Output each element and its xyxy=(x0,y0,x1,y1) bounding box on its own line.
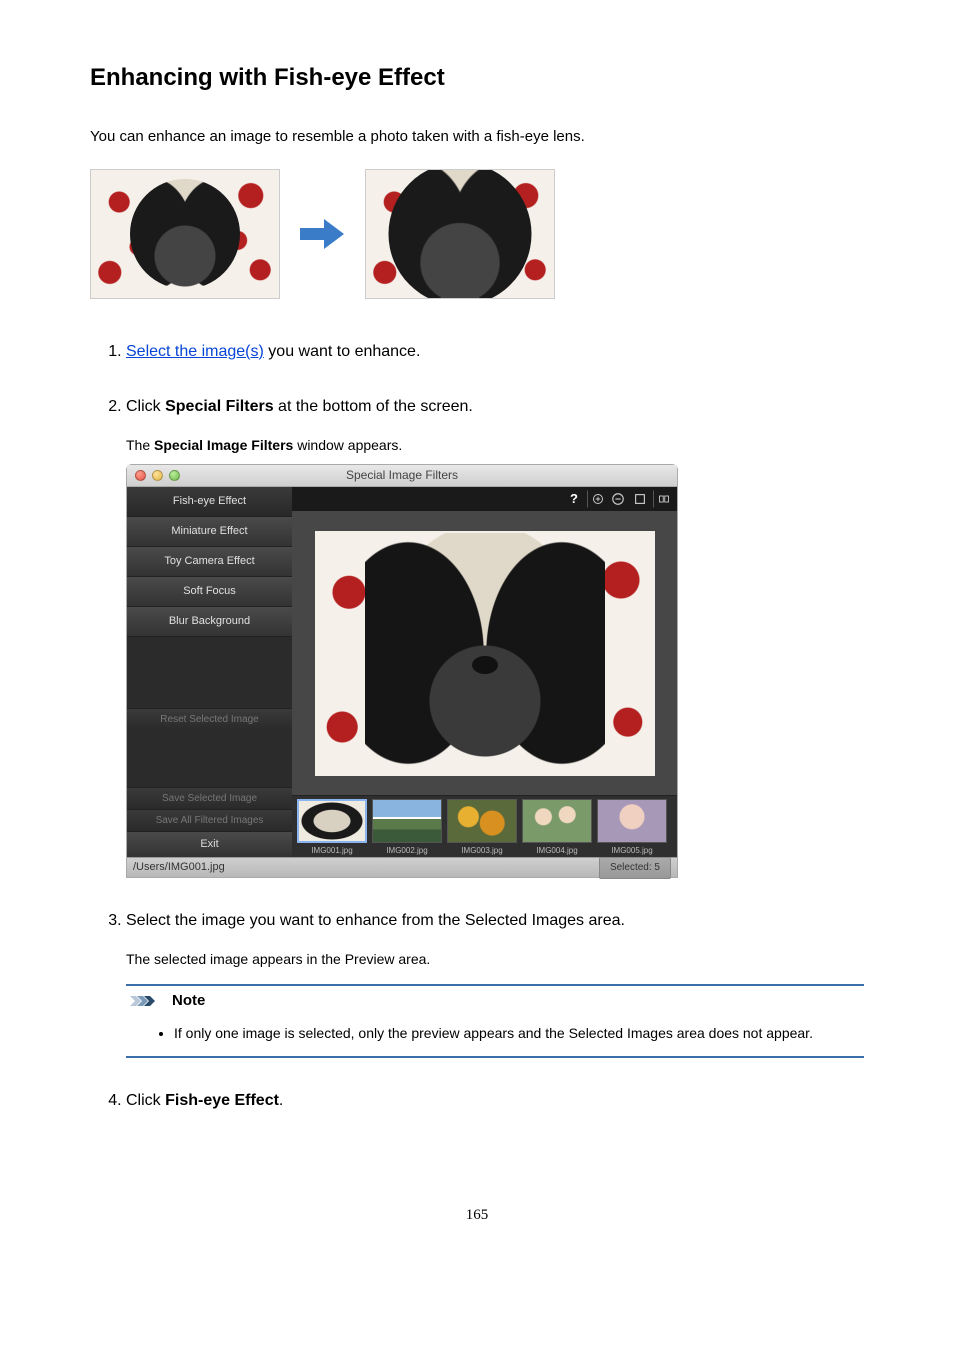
thumbnail[interactable]: IMG001.jpg xyxy=(297,799,367,858)
intro-text: You can enhance an image to resemble a p… xyxy=(90,126,864,149)
step-4-prefix: Click xyxy=(126,1092,165,1109)
step-2-sub-term: Special Image Filters xyxy=(154,437,293,453)
thumbnail-label: IMG002.jpg xyxy=(386,845,427,858)
before-after-row xyxy=(90,169,864,299)
step-2-prefix: Click xyxy=(126,398,165,415)
app-window: Special Image Filters Fish-eye Effect Mi… xyxy=(126,464,678,878)
step-2: Click Special Filters at the bottom of t… xyxy=(126,394,864,878)
sidebar-item-miniature[interactable]: Miniature Effect xyxy=(127,517,292,547)
zoom-icon[interactable] xyxy=(169,470,180,481)
window-title: Special Image Filters xyxy=(346,466,458,485)
before-image xyxy=(90,169,280,299)
preview-toolbar: ? xyxy=(292,487,677,511)
page-number: 165 xyxy=(90,1204,864,1227)
sidebar-item-soft-focus[interactable]: Soft Focus xyxy=(127,577,292,607)
preview-area xyxy=(292,511,677,795)
thumbnail-label: IMG001.jpg xyxy=(311,845,352,858)
thumbnail[interactable]: IMG002.jpg xyxy=(372,799,442,858)
thumbnail[interactable]: IMG004.jpg xyxy=(522,799,592,858)
step-3-sub: The selected image appears in the Previe… xyxy=(126,948,864,970)
thumbnail-label: IMG005.jpg xyxy=(611,845,652,858)
step-3-text: Select the image you want to enhance fro… xyxy=(126,912,625,929)
statusbar: /Users/IMG001.jpg Selected: 5 xyxy=(127,857,677,877)
close-icon[interactable] xyxy=(135,470,146,481)
help-icon[interactable]: ? xyxy=(565,490,583,508)
zoom-out-icon[interactable] xyxy=(609,490,627,508)
note-label: Note xyxy=(172,989,205,1013)
step-3: Select the image you want to enhance fro… xyxy=(126,908,864,1058)
step-2-sub-prefix: The xyxy=(126,437,154,453)
step-1: Select the image(s) you want to enhance. xyxy=(126,339,864,365)
step-4: Click Fish-eye Effect. xyxy=(126,1088,864,1114)
note-chevron-icon xyxy=(130,994,166,1008)
page-title: Enhancing with Fish-eye Effect xyxy=(90,60,864,96)
thumbnail-label: IMG003.jpg xyxy=(461,845,502,858)
after-image xyxy=(365,169,555,299)
window-titlebar: Special Image Filters xyxy=(127,465,677,487)
status-path: /Users/IMG001.jpg xyxy=(133,859,225,877)
minimize-icon[interactable] xyxy=(152,470,163,481)
step-2-suffix: at the bottom of the screen. xyxy=(274,398,473,415)
exit-button[interactable]: Exit xyxy=(127,831,292,857)
status-selected-count: Selected: 5 xyxy=(599,857,671,879)
fit-view-icon[interactable] xyxy=(631,490,649,508)
sidebar-item-toy-camera[interactable]: Toy Camera Effect xyxy=(127,547,292,577)
arrow-right-icon xyxy=(300,219,345,249)
selected-images-area: IMG001.jpg IMG002.jpg IMG003.jpg IM xyxy=(292,795,677,857)
step-2-sub-suffix: window appears. xyxy=(293,437,402,453)
step-2-term: Special Filters xyxy=(165,398,274,415)
sidebar-item-fisheye[interactable]: Fish-eye Effect xyxy=(127,487,292,517)
sidebar-item-blur-background[interactable]: Blur Background xyxy=(127,607,292,637)
compare-view-icon[interactable] xyxy=(653,490,671,508)
step-4-term: Fish-eye Effect xyxy=(165,1092,279,1109)
thumbnail[interactable]: IMG005.jpg xyxy=(597,799,667,858)
step-4-suffix: . xyxy=(279,1092,283,1109)
thumbnail-label: IMG004.jpg xyxy=(536,845,577,858)
reset-selected-button[interactable]: Reset Selected Image xyxy=(127,708,292,730)
note-block: Note If only one image is selected, only… xyxy=(126,984,864,1058)
thumbnail[interactable]: IMG003.jpg xyxy=(447,799,517,858)
select-images-link[interactable]: Select the image(s) xyxy=(126,343,264,360)
zoom-in-icon[interactable] xyxy=(587,490,605,508)
save-all-button[interactable]: Save All Filtered Images xyxy=(127,809,292,831)
sidebar: Fish-eye Effect Miniature Effect Toy Cam… xyxy=(127,487,292,857)
step-1-tail: you want to enhance. xyxy=(264,343,421,360)
note-bullet: If only one image is selected, only the … xyxy=(174,1022,860,1044)
save-selected-button[interactable]: Save Selected Image xyxy=(127,787,292,809)
preview-image xyxy=(315,531,655,776)
